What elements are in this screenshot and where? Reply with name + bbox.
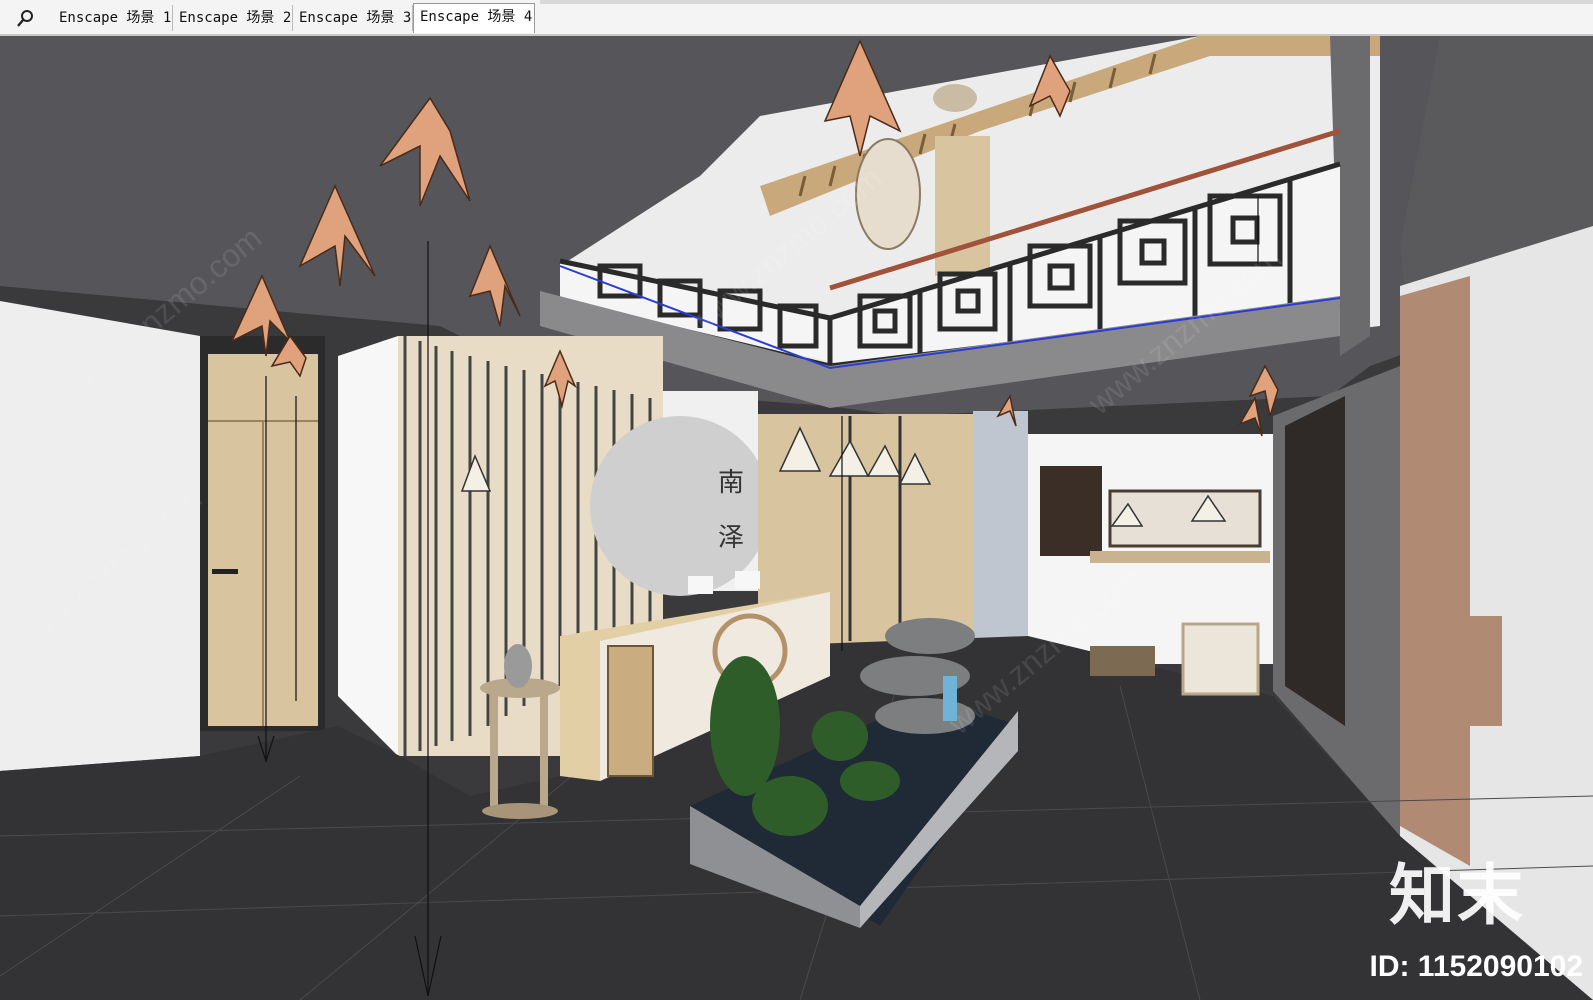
tab-enscape-scene-1[interactable]: Enscape 场景 1 (53, 5, 173, 31)
toolbar-top-border (540, 0, 1593, 4)
side-table-base (482, 803, 558, 819)
tab-enscape-scene-3[interactable]: Enscape 场景 3 (293, 5, 413, 31)
back-cabinet (1040, 466, 1102, 556)
lantern-cap (933, 84, 977, 112)
watermark-brand: 知末 (1389, 857, 1525, 934)
search-button[interactable] (14, 7, 36, 29)
lattice-door (1285, 396, 1345, 726)
door-pull (1462, 616, 1502, 726)
coffee-table (1090, 646, 1155, 676)
monitor-1 (688, 576, 713, 594)
tab-enscape-scene-4[interactable]: Enscape 场景 4 (413, 3, 535, 33)
tab-enscape-scene-2[interactable]: Enscape 场景 2 (173, 5, 293, 31)
svg-text:南: 南 (718, 468, 744, 498)
magnifier-icon (17, 10, 33, 27)
desk-lattice (607, 645, 654, 777)
wood-door-frame (1400, 276, 1470, 866)
armchair (1181, 622, 1260, 696)
back-shelf (1090, 551, 1270, 563)
moon-painting (590, 416, 770, 596)
scene-tab-toolbar: Enscape 场景 1 Enscape 场景 2 Enscape 场景 3 E… (0, 0, 1593, 36)
scene-render: 南 泽 www.znzmo.com www.znzmo.com www.znzm… (0, 36, 1593, 1000)
vase (504, 644, 532, 688)
monitor-2 (735, 571, 760, 589)
white-pier (338, 336, 398, 756)
svg-text:泽: 泽 (718, 523, 744, 553)
3d-viewport[interactable]: 南 泽 www.znzmo.com www.znzmo.com www.znzm… (0, 36, 1593, 1000)
watermark-id: ID: 1152090102 (1369, 950, 1583, 983)
mirror-panel (973, 411, 1028, 651)
door-handle (212, 569, 238, 574)
